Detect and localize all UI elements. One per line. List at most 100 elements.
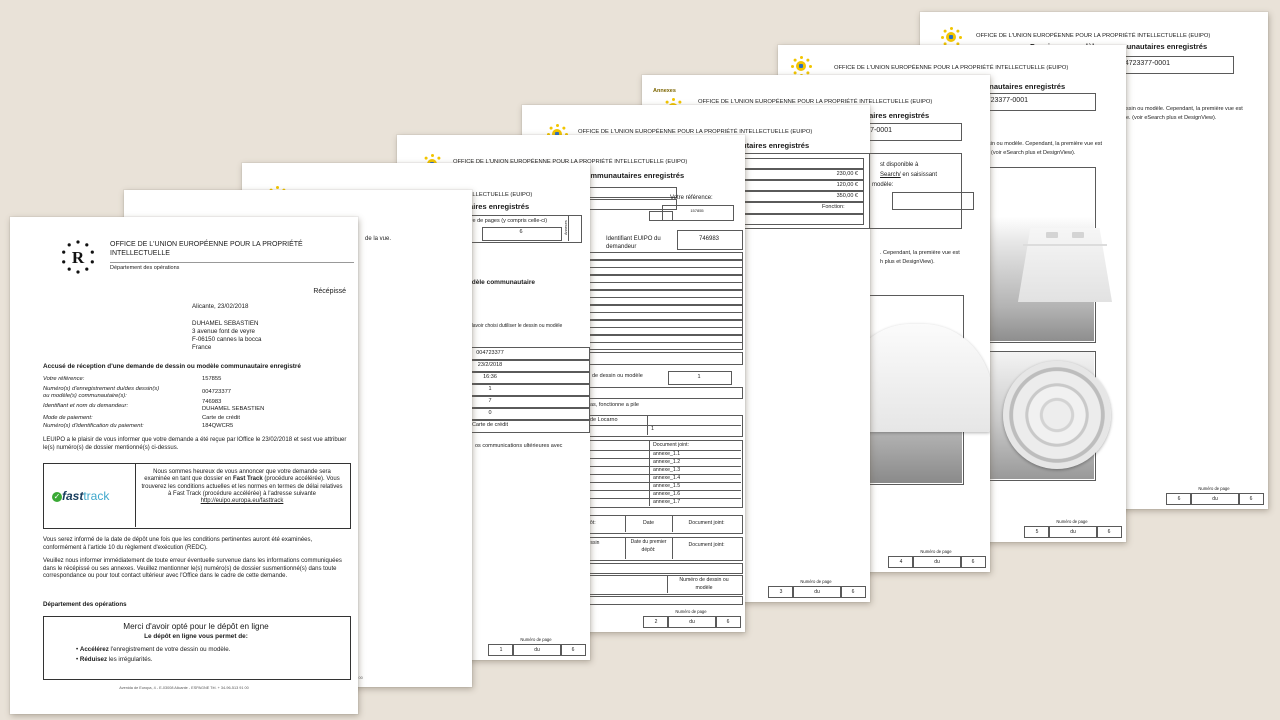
side-tab-label: Annexes [564,220,569,235]
page-number-sep: du [792,586,842,598]
page-number-sep: du [912,556,962,568]
attachment-item: annexe_1.1 [653,451,680,457]
fasttrack-logo-track: track [83,489,109,503]
fonction-label: Fonction: [822,204,845,211]
note-fragment-2: e. (voir eSearch plus et DesignView). [1126,115,1216,122]
design-number-cell-line2: modèle [667,585,741,591]
svg-text:R: R [72,248,85,267]
field-value-payment-id: 184QWCR5 [202,423,233,430]
page-number-sep: du [1190,493,1240,505]
design-count-value: 1 [668,374,730,381]
your-reference-value: 157855 [662,209,732,214]
priority-b-col2-line2: dépôt: [625,547,672,553]
page-number-label: Numéro de page [768,579,864,584]
priority-b-col3: Document joint: [672,542,741,548]
paragraph-deposit-date: Vous serez informé de la date de dépôt u… [43,537,351,552]
field-value-applicant-name: DUHAMEL SEBASTIEN [202,406,264,413]
field-label-payment-mode: Mode de paiement: [43,415,93,422]
letter-footer: Avenida de Europa, 4 - E-03008 Alicante … [34,686,334,691]
letter-heading: Accusé de réception d'une demande de des… [43,363,301,371]
page-number-sep: du [667,616,717,628]
euipo-stars-logo-icon: R [58,237,98,277]
letter2-fragment: de la vue. [365,236,391,243]
note-fragment-1: . Cependant, la première vue est [880,250,960,257]
attachment-item: annexe_1.3 [653,467,680,473]
bullet-1-bold: Accélérez [80,646,109,653]
annexes-label: Annexes [653,88,676,95]
priority-b-col2-line1: Date du premier [625,539,672,545]
check-icon: ✓ [52,492,62,502]
note-fragment-1: sin ou modèle. Cependant, la première vu… [988,141,1102,148]
attachments-header: Document joint: [653,442,689,448]
dateline: Alicante, 23/02/2018 [192,303,248,310]
page-number-sep: du [512,644,562,656]
field-label-reference: Votre référence: [43,376,84,383]
attachment-item: annexe_1.4 [653,475,680,481]
design-number-cell-line1: Numéro de dessin ou [667,577,741,583]
pages-count-value: 6 [482,229,560,236]
field-value-applicant-id: 746983 [202,399,221,406]
attachment-item: annexe_1.2 [653,459,680,465]
page-number-current: 1 [488,644,514,656]
field-value-registration: 004723377 [202,389,231,396]
attachment-item: annexe_1.5 [653,483,680,489]
doc-title: Récépissé [313,288,346,296]
note-fragment-2: . (voir eSearch plus et DesignView). [988,150,1075,157]
bullet-2-rest: les irrégularités. [107,656,152,663]
note-fragment-2: h plus et DesignView). [880,259,935,266]
esearch-number-field [892,192,974,210]
page-number-label: Numéro de page [888,549,984,554]
esearch-link[interactable]: Search/ [880,172,901,178]
page-number-total: 6 [840,586,866,598]
online-filing-subtitle: Le dépôt en ligne vous permet de: [53,633,339,641]
page-number-total: 6 [715,616,741,628]
recipient-street: 3 avenue font de veyre [192,328,255,335]
euipo-sun-icon [790,55,812,77]
field-label-registration-2: ou modèle(s) communautaire(s): [43,393,127,400]
recipient-country: France [192,344,211,351]
page-number-current: 6 [1166,493,1192,505]
bullet-1-rest: l'enregistrement de votre dessin ou modè… [109,646,231,653]
field-value-payment-mode: Carte de crédit [202,415,240,422]
online-filing-title: Merci d'avoir opté pour le dépôt en lign… [53,622,339,632]
fasttrack-text: Nous sommes heureux de vous annoncer que… [141,469,343,506]
euipo-id-label-2: demandeur [606,244,636,251]
field-value-reference: 157855 [202,376,221,383]
org-name-line1: OFFICE DE L'UNION EUROPÉENNE POUR LA PRO… [110,241,303,249]
page-number-label: Numéro de page [643,609,739,614]
department-signature: Département des opérations [43,601,127,608]
euipo-id-label-1: Identifiant EUIPO du [606,236,661,243]
product-cone-image [1017,228,1113,302]
field-label-payment-id: Numéro(s) d'identification du paiement: [43,423,144,430]
fasttrack-logo-fast: fast [62,489,83,503]
desk-background: OFFICE DE L'UNION EUROPÉENNE POUR LA PRO… [0,0,1280,720]
page-number-label: Numéro de page [1024,519,1120,524]
page-number-sep: du [1048,526,1098,538]
annex-office-line: OFFICE DE L'UNION EUROPÉENNE POUR LA PRO… [834,65,1068,72]
paragraph-errors: Veuillez nous informer immédiatement de … [43,558,351,581]
priority-a-col2: Date [625,520,672,526]
product-indication-fragment: as, fonctionne a pile [590,402,639,409]
declaration-fragment: davoir choisi dutiliser le dessin ou mod… [470,323,562,329]
fasttrack-logo: ✓fasttrack [52,489,109,503]
recipient-name: DUHAMEL SEBASTIEN [192,320,258,327]
design-count-label: de dessin ou modèle [592,373,643,380]
department-line: Département des opérations [110,265,179,272]
receipt-letter-page: R OFFICE DE L'UNION EUROPÉENNE POUR LA P… [10,217,358,714]
esearch-fragment-2b: en saisissant [901,172,937,178]
online-filing-bullet-2: • Réduisez les irrégularités. [76,656,152,663]
note-fragment-1: ssin ou modèle. Cependant, la première v… [1126,106,1243,113]
fasttrack-text-bold: Fast Track [233,476,263,482]
attachment-item: annexe_1.6 [653,491,680,497]
fasttrack-link[interactable]: http://euipo.europa.eu/fasttrack [201,498,284,504]
page-number-total: 6 [960,556,986,568]
product-circle-image [1003,361,1111,469]
page-number-total: 6 [560,644,586,656]
attachment-item: annexe_1.7 [653,499,680,505]
page-number-total: 6 [1238,493,1264,505]
page-number-current: 3 [768,586,794,598]
esearch-fragment-1: st disponible à [880,162,918,169]
page-number-label: Numéro de page [488,637,584,642]
page-number-current: 2 [643,616,669,628]
org-name-line2: INTELLECTUELLE [110,250,170,258]
